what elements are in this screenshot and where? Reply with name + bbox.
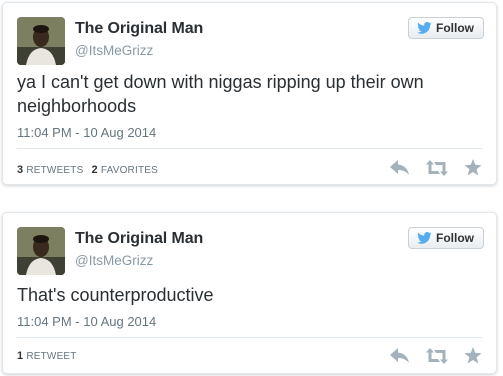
retweets-label: Retweets: [26, 165, 84, 176]
retweet-icon[interactable]: [426, 159, 448, 176]
follow-label: Follow: [436, 21, 474, 35]
star-icon[interactable]: [464, 159, 482, 176]
retweets-count: 1: [17, 350, 24, 362]
tweet-actions: [390, 347, 482, 364]
tweet-stats: 3 Retweets 2 Favorites: [17, 164, 158, 176]
follow-label: Follow: [436, 231, 474, 245]
retweets-stat[interactable]: 1 Retweet: [17, 350, 77, 362]
follow-button[interactable]: Follow: [408, 17, 484, 39]
screen-name[interactable]: @ItsMeGrizz: [75, 43, 153, 58]
tweet-text: ya I can't get down with niggas ripping …: [17, 72, 424, 116]
reply-icon[interactable]: [390, 347, 410, 364]
favorites-count: 2: [91, 164, 98, 176]
display-name[interactable]: The Original Man: [75, 20, 203, 38]
tweet-stats: 1 Retweet: [17, 350, 77, 362]
tweet-text: That's counterproductive: [17, 285, 214, 305]
twitter-bird-icon: [417, 232, 432, 244]
favorites-stat[interactable]: 2 Favorites: [92, 164, 159, 176]
retweets-stat[interactable]: 3 Retweets: [17, 164, 84, 176]
retweets-label: Retweet: [26, 351, 77, 362]
avatar[interactable]: [17, 17, 65, 65]
tweet-actions: [390, 159, 482, 176]
timestamp[interactable]: 11:04 PM - 10 Aug 2014: [17, 314, 156, 329]
divider: [17, 148, 482, 149]
twitter-bird-icon: [417, 22, 432, 34]
divider: [17, 337, 482, 338]
favorites-label: Favorites: [100, 165, 159, 176]
display-name[interactable]: The Original Man: [75, 230, 203, 248]
timestamp[interactable]: 11:04 PM - 10 Aug 2014: [17, 125, 156, 140]
retweets-count: 3: [17, 164, 24, 176]
tweet-card: The Original Man @ItsMeGrizz Follow That…: [2, 212, 497, 374]
avatar[interactable]: [17, 227, 65, 275]
tweet-card: The Original Man @ItsMeGrizz Follow ya I…: [2, 2, 497, 185]
reply-icon[interactable]: [390, 159, 410, 176]
screen-name[interactable]: @ItsMeGrizz: [75, 253, 153, 268]
retweet-icon[interactable]: [426, 347, 448, 364]
follow-button[interactable]: Follow: [408, 227, 484, 249]
star-icon[interactable]: [464, 347, 482, 364]
